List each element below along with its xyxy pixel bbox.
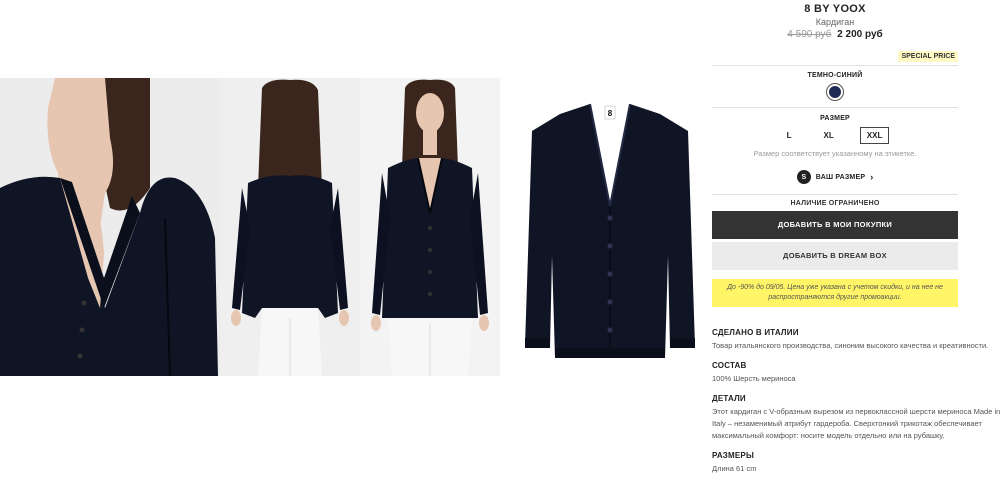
detail-sizes-text: Длина 61 cm	[712, 464, 757, 473]
size-options: L XL XXL	[712, 127, 958, 144]
detail-description: ДЕТАЛИ Этот кардиган с V-образным вырезо…	[712, 394, 1000, 442]
divider	[712, 107, 958, 108]
color-swatch-navy[interactable]	[826, 83, 844, 101]
size-option-l[interactable]: L	[781, 128, 798, 143]
product-info-panel: 8 BY YOOX Кардиган 4 590 руб 2 200 руб S…	[712, 0, 958, 307]
detail-sizes: РАЗМЕРЫ Длина 61 cm	[712, 451, 1000, 475]
divider	[712, 194, 958, 195]
your-size-label: ВАШ РАЗМЕР	[815, 173, 866, 181]
divider	[712, 65, 958, 66]
price-row: 4 590 руб 2 200 руб	[712, 29, 958, 40]
old-price: 4 590 руб	[787, 29, 832, 40]
current-price: 2 200 руб	[837, 29, 883, 40]
detail-composition-text: 100% Шерсть мериноса	[712, 374, 796, 383]
product-photo-back[interactable]	[220, 78, 360, 376]
detail-made-in: СДЕЛАНО В ИТАЛИИ Товар итальянского прои…	[712, 328, 1000, 352]
product-brand[interactable]: 8 BY YOOX	[712, 3, 958, 15]
product-gallery	[0, 78, 500, 376]
product-photo-front[interactable]	[360, 78, 500, 376]
detail-description-title: ДЕТАЛИ	[712, 394, 746, 403]
your-size-link[interactable]: S ВАШ РАЗМЕР ›	[712, 170, 958, 184]
detail-sizes-title: РАЗМЕРЫ	[712, 451, 754, 460]
detail-composition: СОСТАВ 100% Шерсть мериноса	[712, 361, 1000, 385]
size-label: РАЗМЕР	[820, 115, 850, 122]
your-size-badge: S	[796, 170, 811, 184]
detail-composition-title: СОСТАВ	[712, 361, 747, 370]
add-to-dreambox-button[interactable]: ДОБАВИТЬ В DREAM BOX	[712, 242, 958, 270]
add-to-cart-button[interactable]: ДОБАВИТЬ В МОИ ПОКУПКИ	[712, 211, 958, 239]
product-photo-flat[interactable]: 8	[520, 96, 700, 370]
detail-made-title: СДЕЛАНО В ИТАЛИИ	[712, 328, 799, 337]
special-price-badge: SPECIAL PRICE	[898, 51, 958, 62]
product-category: Кардиган	[815, 17, 855, 27]
detail-made-text: Товар итальянского производства, синоним…	[712, 341, 989, 350]
stock-status: НАЛИЧИЕ ОГРАНИЧЕНО	[790, 200, 880, 207]
size-option-xxl[interactable]: XXL	[859, 127, 890, 144]
special-price-row: SPECIAL PRICE	[712, 45, 958, 63]
product-details: СДЕЛАНО В ИТАЛИИ Товар итальянского прои…	[712, 328, 1000, 477]
brand-tag-label: 8	[608, 109, 613, 118]
color-name: ТЕМНО-СИНИЙ	[807, 72, 863, 79]
size-note: Размер соответствует указанному на этике…	[753, 149, 917, 158]
chevron-right-icon: ›	[870, 172, 874, 182]
detail-description-text: Этот кардиган с V-образным вырезом из пе…	[712, 407, 1000, 440]
product-photo-closeup[interactable]	[0, 78, 220, 376]
promo-banner: До -90% до 09/05. Цена уже указана с уче…	[712, 279, 958, 307]
color-swatches	[712, 83, 958, 101]
size-option-xl[interactable]: XL	[818, 128, 840, 143]
color-swatch-fill	[829, 86, 841, 98]
